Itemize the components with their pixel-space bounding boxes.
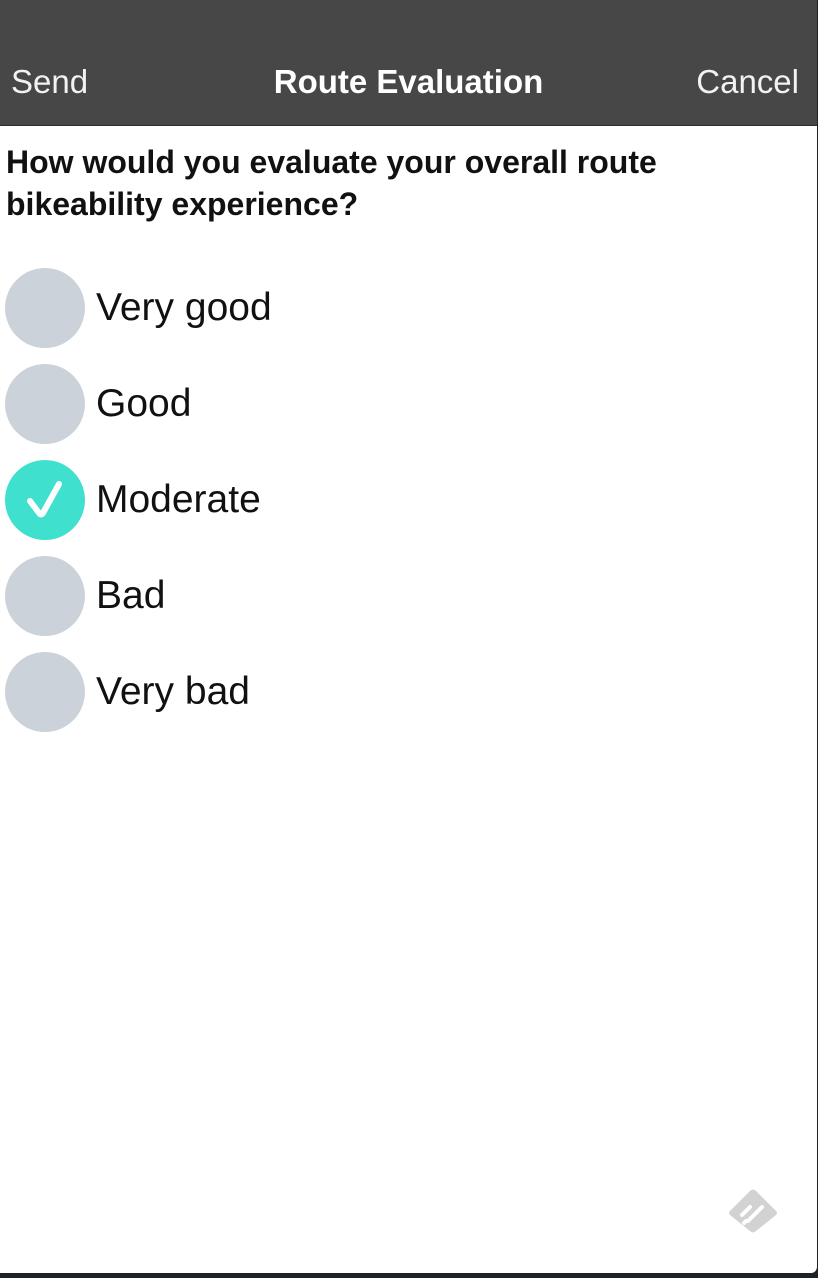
radio-button[interactable]: [5, 364, 85, 444]
rating-options: Very good Good Moderate Bad Very bad: [0, 268, 817, 748]
option-very-bad[interactable]: Very bad: [0, 652, 817, 732]
navigation-bar: Send Route Evaluation Cancel: [0, 0, 817, 126]
checkmark-icon: [27, 481, 62, 518]
radio-button[interactable]: [5, 460, 85, 540]
option-good[interactable]: Good: [0, 364, 817, 444]
option-label: Bad: [96, 574, 166, 617]
radio-button[interactable]: [5, 556, 85, 636]
option-bad[interactable]: Bad: [0, 556, 817, 636]
radio-button[interactable]: [5, 652, 85, 732]
option-label: Very bad: [96, 670, 250, 713]
option-label: Good: [96, 382, 192, 425]
feedback-icon[interactable]: [728, 1188, 778, 1234]
option-very-good[interactable]: Very good: [0, 268, 817, 348]
question-text: How would you evaluate your overall rout…: [6, 144, 657, 222]
radio-button[interactable]: [5, 268, 85, 348]
option-label: Very good: [96, 286, 272, 329]
cancel-button[interactable]: Cancel: [696, 62, 799, 102]
page-title: Route Evaluation: [273, 63, 544, 100]
option-moderate[interactable]: Moderate: [0, 460, 817, 540]
option-label: Moderate: [96, 478, 261, 521]
route-evaluation-screen: Send Route Evaluation Cancel How would y…: [0, 0, 817, 1273]
